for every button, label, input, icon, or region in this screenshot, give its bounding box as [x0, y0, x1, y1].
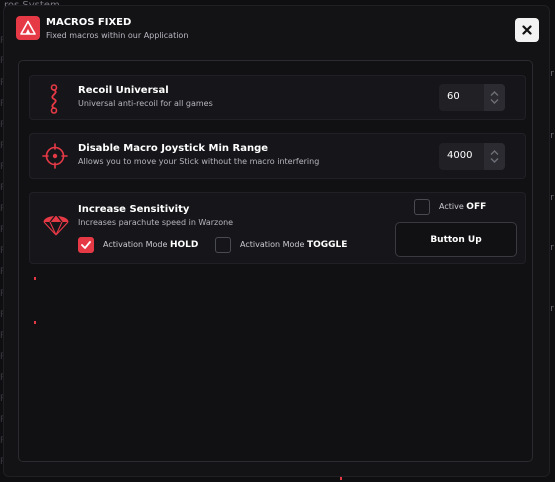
- close-button[interactable]: [515, 18, 539, 42]
- macros-fixed-window: MACROS FIXED Fixed macros within our App…: [3, 5, 550, 477]
- stepper-arrows[interactable]: [484, 143, 505, 170]
- macro-card-recoil-universal: Recoil Universal Universal anti-recoil f…: [29, 75, 526, 120]
- stepper-value: 60: [447, 91, 460, 102]
- up-down-arrows-icon: [490, 150, 499, 163]
- macro-title: Disable Macro Joystick Min Range: [78, 143, 269, 154]
- checkmark-icon: [81, 241, 91, 249]
- label-value: OFF: [466, 202, 487, 212]
- activation-mode-toggle-checkbox[interactable]: [215, 237, 231, 253]
- macro-card-joystick-min-range: Disable Macro Joystick Min Range Allows …: [29, 133, 526, 179]
- macro-title: Recoil Universal: [78, 85, 169, 96]
- macro-title: Increase Sensitivity: [78, 204, 190, 215]
- parachute-icon: [42, 211, 70, 241]
- label-prefix: Activation Mode: [103, 240, 168, 249]
- activation-mode-hold-checkbox[interactable]: [78, 237, 94, 253]
- macro-description: Allows you to move your Stick without th…: [78, 157, 320, 166]
- active-label: Active OFF: [439, 202, 486, 212]
- macros-panel: Recoil Universal Universal anti-recoil f…: [18, 60, 533, 462]
- label-value: TOGGLE: [306, 240, 348, 250]
- activation-mode-toggle-label: Activation Mode TOGGLE: [240, 240, 347, 250]
- macro-description: Increases parachute speed in Warzone: [78, 218, 234, 227]
- accent-mark: [340, 477, 342, 480]
- label-prefix: Active: [439, 202, 464, 211]
- close-icon: [522, 25, 532, 35]
- crosshair-icon: [42, 143, 68, 173]
- stepper-arrows[interactable]: [484, 84, 505, 111]
- up-down-arrows-icon: [490, 91, 499, 104]
- window-header: MACROS FIXED Fixed macros within our App…: [14, 16, 539, 46]
- activation-mode-hold-label: Activation Mode HOLD: [103, 240, 198, 250]
- accent-mark: [34, 277, 36, 280]
- joystick-range-stepper[interactable]: 4000: [439, 143, 505, 170]
- active-checkbox[interactable]: [414, 199, 430, 215]
- macro-description: Universal anti-recoil for all games: [78, 99, 213, 108]
- label-prefix: Activation Mode: [240, 240, 305, 249]
- recoil-icon: [42, 84, 66, 118]
- window-title: MACROS FIXED: [46, 17, 132, 28]
- stepper-value: 4000: [447, 150, 473, 161]
- button-up-button[interactable]: Button Up: [395, 222, 517, 257]
- recoil-value-stepper[interactable]: 60: [439, 84, 505, 111]
- accent-mark: [34, 321, 36, 324]
- window-subtitle: Fixed macros within our Application: [46, 31, 189, 40]
- label-value: HOLD: [169, 240, 199, 250]
- alert-triangle-icon: [16, 16, 40, 40]
- macro-card-increase-sensitivity: Increase Sensitivity Increases parachute…: [29, 192, 526, 264]
